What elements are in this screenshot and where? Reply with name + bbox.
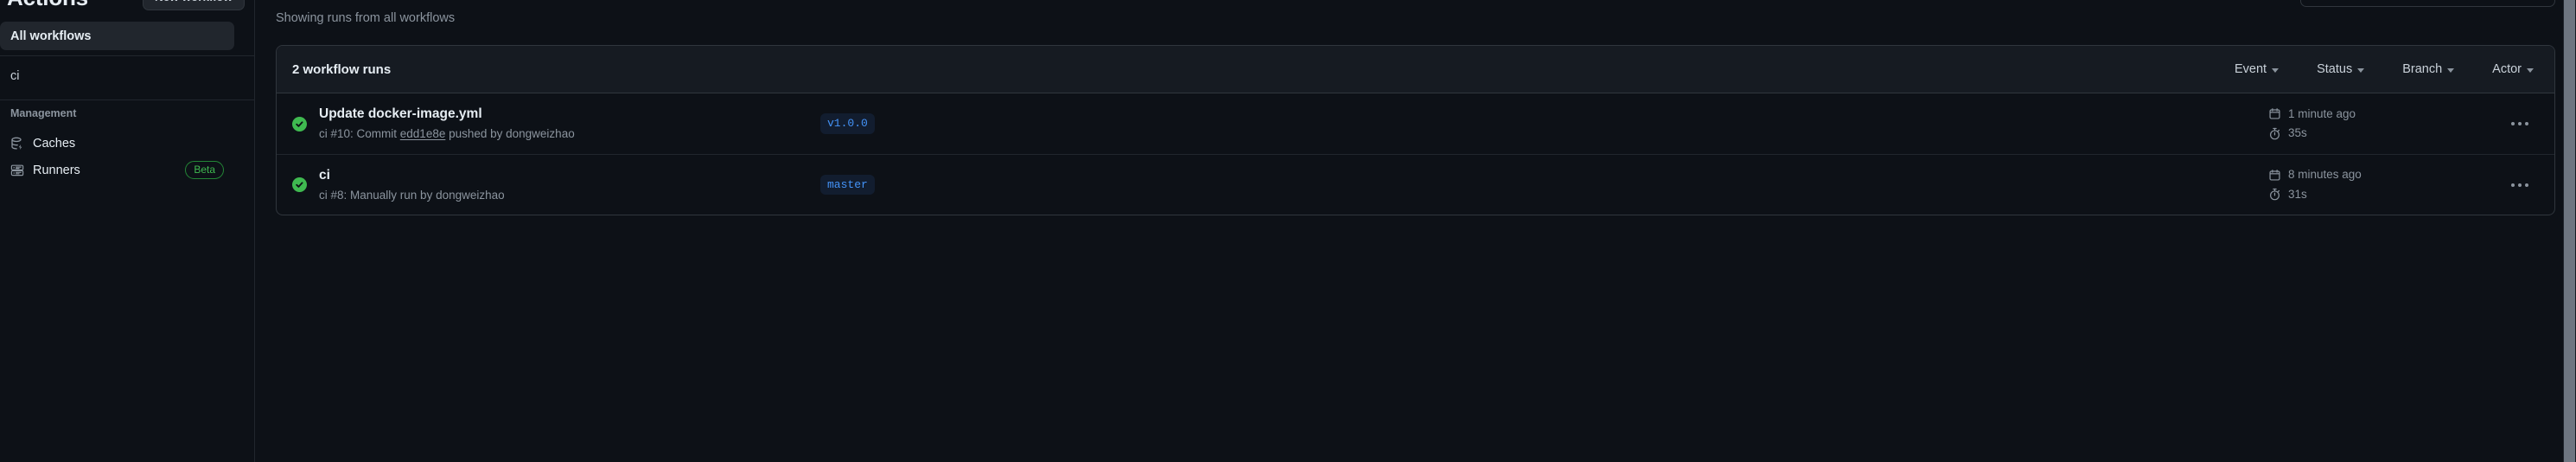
filter-label: Branch [2402,62,2443,76]
run-timestamp-text: 8 minutes ago [2288,168,2362,182]
kebab-menu-icon [2511,122,2528,125]
chevron-down-icon [2527,67,2534,73]
page-scrollbar[interactable] [2563,0,2576,462]
chevron-down-icon [2447,67,2455,73]
filter-event[interactable]: Event [2235,62,2280,76]
workflow-runs-card: 2 workflow runs Event Status Branch Acto… [276,45,2555,215]
calendar-icon [2267,107,2281,121]
sidebar-item-workflow-ci[interactable]: ci [0,61,234,90]
filter-label: Actor [2492,62,2522,76]
sidebar-item-label: ci [10,68,20,83]
chevron-down-icon [2357,67,2365,73]
sidebar-item-all-workflows[interactable]: All workflows [0,22,234,50]
filter-branch[interactable]: Branch [2402,62,2455,76]
new-workflow-button[interactable]: New workflow [142,0,245,11]
run-timestamp-text: 1 minute ago [2288,106,2356,120]
run-main: Update docker-image.yml ci #10: Commit e… [319,106,820,142]
cache-icon [10,137,24,151]
run-subtitle: ci #8: Manually run by dongweizhao [319,188,820,203]
run-duration: 31s [2267,188,2501,202]
success-check-icon [292,177,307,192]
filter-bar: Event Status Branch Actor [2235,62,2539,76]
commit-link[interactable]: edd1e8e [400,127,446,140]
main-subtitle: Showing runs from all workflows [276,10,456,25]
run-options-button[interactable] [2501,155,2539,215]
main-content: All workflows Showing runs from all work… [255,0,2576,462]
run-main: ci ci #8: Manually run by dongweizhao [319,167,820,203]
sidebar-divider [0,99,255,100]
sidebar-item-label: Runners [33,163,80,177]
filter-status[interactable]: Status [2317,62,2365,76]
run-meta: 1 minute ago 35s [2267,107,2501,140]
run-timestamp: 8 minutes ago [2267,168,2501,182]
kebab-menu-icon [2511,183,2528,187]
run-subtitle-prefix: ci #8: Manually run by dongweizhao [319,188,505,202]
ref-badge[interactable]: v1.0.0 [820,113,875,134]
chevron-down-icon [2272,67,2280,73]
sidebar-item-caches[interactable]: Caches [0,129,234,157]
status-badge-beta: Beta [185,160,224,180]
page-scrollbar-thumb[interactable] [2564,0,2575,462]
table-row[interactable]: ci ci #8: Manually run by dongweizhao ma… [277,154,2554,215]
search-workflow-runs[interactable]: Filter workflow runs [2300,0,2555,7]
run-ref: v1.0.0 [820,113,1339,134]
run-timestamp: 1 minute ago [2267,107,2501,121]
run-options-button[interactable] [2501,93,2539,154]
filter-actor[interactable]: Actor [2492,62,2534,76]
actions-sidebar: Actions New workflow All workflows ci Ma… [0,0,255,462]
success-check-icon [292,116,307,132]
server-icon [10,164,24,177]
run-subtitle-prefix: ci #10: Commit [319,127,400,141]
run-subtitle: ci #10: Commit edd1e8e pushed by dongwei… [319,126,820,142]
sidebar-divider [0,55,255,56]
stopwatch-icon [2267,126,2281,140]
run-duration: 35s [2267,126,2501,140]
sidebar-item-label: Caches [33,136,76,151]
run-title[interactable]: Update docker-image.yml [319,106,820,122]
page-title: Actions [7,0,88,9]
run-title[interactable]: ci [319,167,820,183]
filter-label: Event [2235,62,2267,76]
workflow-runs-count: 2 workflow runs [292,61,392,77]
run-subtitle-suffix: pushed by dongweizhao [445,127,575,141]
ref-badge[interactable]: master [820,174,875,196]
run-ref: master [820,174,1339,196]
sidebar-header: Actions New workflow [0,0,255,17]
main-title: All workflows [276,0,2555,3]
sidebar-section-management: Management [10,107,77,119]
sidebar-item-runners[interactable]: Runners Beta [0,156,234,184]
run-meta: 8 minutes ago 31s [2267,168,2501,201]
table-row[interactable]: Update docker-image.yml ci #10: Commit e… [277,93,2554,154]
workflow-runs-header: 2 workflow runs Event Status Branch Acto… [277,46,2554,93]
filter-label: Status [2317,62,2353,76]
run-duration-text: 31s [2288,187,2307,201]
calendar-icon [2267,168,2281,182]
sidebar-item-label: All workflows [10,29,92,43]
run-duration-text: 35s [2288,126,2307,139]
main-header: All workflows Showing runs from all work… [276,0,2555,26]
actions-page: Actions New workflow All workflows ci Ma… [0,0,2576,462]
stopwatch-icon [2267,188,2281,202]
